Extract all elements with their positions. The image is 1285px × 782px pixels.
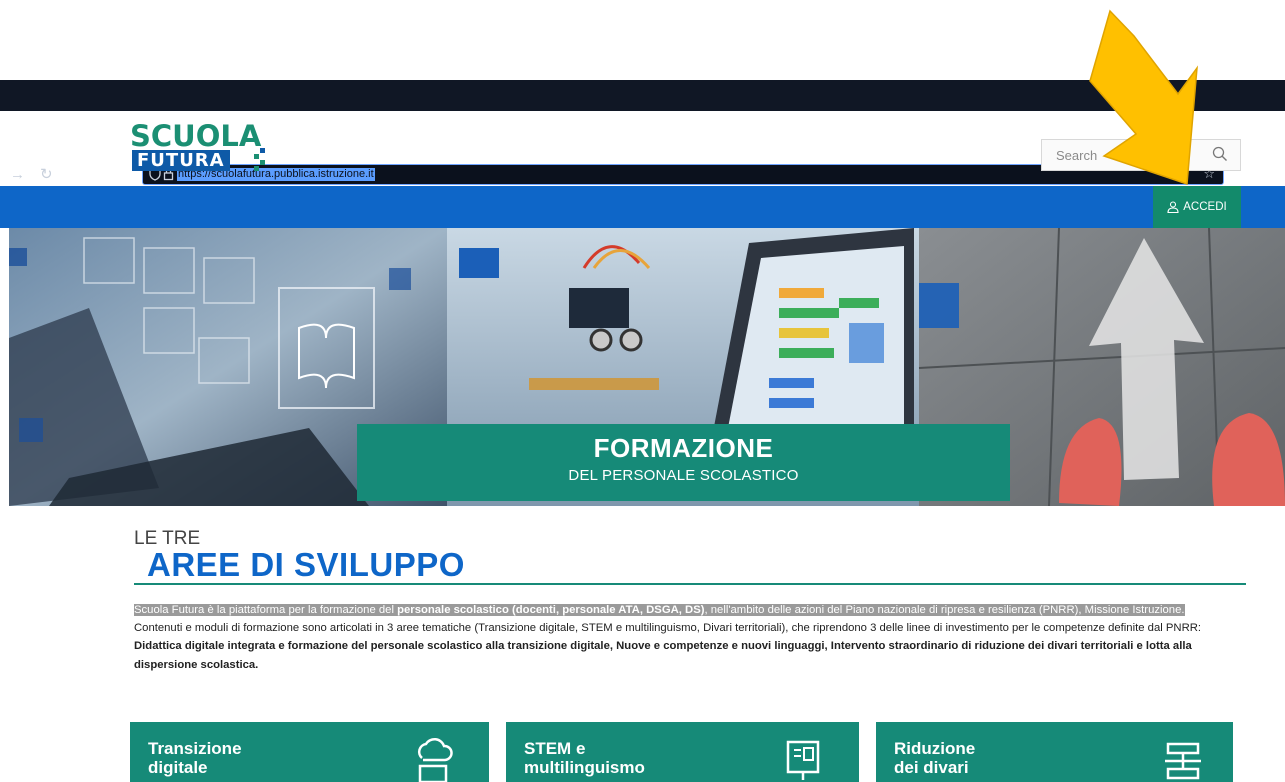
nav-transizione-digitale[interactable]: TRANSIZIONE DIGITALE [172,0,342,42]
hero-title: FORMAZIONE [593,433,774,463]
home-icon [139,15,151,27]
card-title: Transizione digitale [148,739,242,777]
monitor-document-icon [355,14,370,27]
logo-top-text: SCUOLA [130,119,262,153]
chevron-down-icon [335,19,342,23]
nav-label: POLI FORMATIVI [727,15,820,27]
nav-stem-multilinguismo[interactable]: STEM E MULTILINGUISMO [355,0,536,42]
nav-home[interactable] [138,0,158,42]
scuola-futura-logo[interactable]: SCUOLA FUTURA [130,122,270,174]
cloud-laptop-icon [174,16,186,27]
logo-pixel [260,148,265,153]
intro-text-p2a: Contenuti e moduli di formazione sono ar… [134,622,1202,635]
card-transizione-digitale[interactable]: Transizione digitale [130,722,489,782]
logo-bottom-text: FUTURA [132,150,230,171]
logo-pixel [254,154,259,159]
logo-pixel [254,166,259,171]
nav-riduzione-divari[interactable]: RIDUZIONE DEI DIVARI [543,0,692,42]
hero-subtitle: DEL PERSONALE SCOLASTICO [568,467,799,484]
reload-icon[interactable]: ↻ [40,166,53,184]
intro-text: Scuola Futura è la piattaforma per la fo… [134,601,1239,674]
nav-poli-formativi[interactable]: POLI FORMATIVI [706,0,820,42]
intro-text-p2b: Didattica digitale integrata e formazion… [134,640,1192,671]
logo-pixel [260,160,265,165]
network-nodes-icon [706,14,721,28]
nav-label: STEM E MULTILINGUISMO [376,15,523,27]
server-network-icon [1165,742,1201,780]
monitor-document-icon [786,740,820,780]
forward-icon[interactable]: → [10,166,25,184]
nav-label: TRANSIZIONE DIGITALE [194,15,329,27]
nav-label: RIDUZIONE DEI DIVARI [564,15,693,27]
card-title: Riduzione dei divari [894,739,976,777]
chevron-down-icon [529,19,536,23]
section-title: AREE DI SVILUPPO [147,546,465,583]
card-title: STEM e multilinguismo [524,739,645,777]
card-riduzione-divari[interactable]: Riduzione dei divari [876,722,1233,782]
highlighted-text: Scuola Futura è la piattaforma per la fo… [134,604,1185,616]
annotation-arrow-icon [1089,9,1198,186]
hero-banner: FORMAZIONE DEL PERSONALE SCOLASTICO [357,424,1010,501]
cloud-laptop-icon [417,737,453,782]
card-stem-multilinguismo[interactable]: STEM e multilinguismo [506,722,859,782]
server-network-icon [543,14,558,28]
section-underline [134,583,1246,585]
